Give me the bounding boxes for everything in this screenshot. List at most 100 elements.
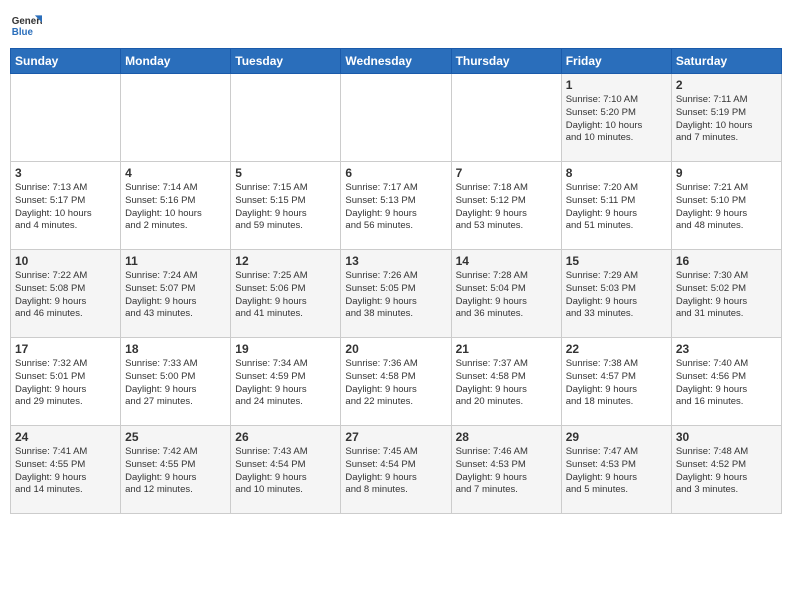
day-info: Sunrise: 7:36 AM Sunset: 4:58 PM Dayligh… xyxy=(345,358,446,409)
day-number: 8 xyxy=(566,166,667,180)
day-info: Sunrise: 7:42 AM Sunset: 4:55 PM Dayligh… xyxy=(125,446,226,497)
day-number: 10 xyxy=(15,254,116,268)
day-info: Sunrise: 7:21 AM Sunset: 5:10 PM Dayligh… xyxy=(676,182,777,233)
svg-text:Blue: Blue xyxy=(12,27,34,38)
day-info: Sunrise: 7:38 AM Sunset: 4:57 PM Dayligh… xyxy=(566,358,667,409)
calendar-cell: 12 Sunrise: 7:25 AM Sunset: 5:06 PM Dayli… xyxy=(231,250,341,338)
day-info: Sunrise: 7:47 AM Sunset: 4:53 PM Dayligh… xyxy=(566,446,667,497)
calendar-cell: 27Sunrise: 7:45 AM Sunset: 4:54 PM Dayli… xyxy=(341,426,451,514)
day-number: 19 xyxy=(235,342,336,356)
calendar-cell: 6 Sunrise: 7:17 AM Sunset: 5:13 PM Daylig… xyxy=(341,162,451,250)
day-info: Sunrise: 7:22 AM Sunset: 5:08 PM Dayligh… xyxy=(15,270,116,321)
day-info: Sunrise: 7:28 AM Sunset: 5:04 PM Dayligh… xyxy=(456,270,557,321)
day-number: 29 xyxy=(566,430,667,444)
calendar-cell: 24Sunrise: 7:41 AM Sunset: 4:55 PM Dayli… xyxy=(11,426,121,514)
day-info: Sunrise: 7:29 AM Sunset: 5:03 PM Dayligh… xyxy=(566,270,667,321)
calendar-cell xyxy=(11,74,121,162)
calendar-cell: 29 Sunrise: 7:47 AM Sunset: 4:53 PM Dayli… xyxy=(561,426,671,514)
calendar-cell: 9 Sunrise: 7:21 AM Sunset: 5:10 PM Daylig… xyxy=(671,162,781,250)
day-info: Sunrise: 7:20 AM Sunset: 5:11 PM Dayligh… xyxy=(566,182,667,233)
day-info: Sunrise: 7:25 AM Sunset: 5:06 PM Dayligh… xyxy=(235,270,336,321)
weekday-header-row: SundayMondayTuesdayWednesdayThursdayFrid… xyxy=(11,49,782,74)
calendar-cell: 17 Sunrise: 7:32 AM Sunset: 5:01 PM Dayli… xyxy=(11,338,121,426)
calendar-week-row: 10 Sunrise: 7:22 AM Sunset: 5:08 PM Dayli… xyxy=(11,250,782,338)
day-info: Sunrise: 7:15 AM Sunset: 5:15 PM Dayligh… xyxy=(235,182,336,233)
day-info: Sunrise: 7:11 AM Sunset: 5:19 PM Dayligh… xyxy=(676,94,777,145)
day-number: 14 xyxy=(456,254,557,268)
day-info: Sunrise: 7:18 AM Sunset: 5:12 PM Dayligh… xyxy=(456,182,557,233)
day-number: 1 xyxy=(566,78,667,92)
calendar-cell: 15 Sunrise: 7:29 AM Sunset: 5:03 PM Dayli… xyxy=(561,250,671,338)
calendar-cell xyxy=(451,74,561,162)
calendar-cell: 8 Sunrise: 7:20 AM Sunset: 5:11 PM Daylig… xyxy=(561,162,671,250)
calendar-cell: 19 Sunrise: 7:34 AM Sunset: 4:59 PM Dayli… xyxy=(231,338,341,426)
calendar-cell: 2 Sunrise: 7:11 AM Sunset: 5:19 PM Daylig… xyxy=(671,74,781,162)
day-number: 25 xyxy=(125,430,226,444)
weekday-header-cell: Monday xyxy=(121,49,231,74)
weekday-header-cell: Tuesday xyxy=(231,49,341,74)
day-info: Sunrise: 7:43 AM Sunset: 4:54 PM Dayligh… xyxy=(235,446,336,497)
calendar-cell: 28 Sunrise: 7:46 AM Sunset: 4:53 PM Dayli… xyxy=(451,426,561,514)
day-number: 18 xyxy=(125,342,226,356)
header: General Blue xyxy=(10,10,782,42)
day-number: 15 xyxy=(566,254,667,268)
calendar-week-row: 24Sunrise: 7:41 AM Sunset: 4:55 PM Dayli… xyxy=(11,426,782,514)
day-number: 17 xyxy=(15,342,116,356)
day-number: 7 xyxy=(456,166,557,180)
calendar-cell: 13 Sunrise: 7:26 AM Sunset: 5:05 PM Dayli… xyxy=(341,250,451,338)
calendar-cell xyxy=(341,74,451,162)
day-info: Sunrise: 7:46 AM Sunset: 4:53 PM Dayligh… xyxy=(456,446,557,497)
calendar-cell xyxy=(121,74,231,162)
day-number: 28 xyxy=(456,430,557,444)
day-info: Sunrise: 7:17 AM Sunset: 5:13 PM Dayligh… xyxy=(345,182,446,233)
day-number: 13 xyxy=(345,254,446,268)
day-number: 23 xyxy=(676,342,777,356)
calendar-cell: 21Sunrise: 7:37 AM Sunset: 4:58 PM Dayli… xyxy=(451,338,561,426)
weekday-header-cell: Thursday xyxy=(451,49,561,74)
day-number: 16 xyxy=(676,254,777,268)
calendar-cell: 5 Sunrise: 7:15 AM Sunset: 5:15 PM Daylig… xyxy=(231,162,341,250)
calendar-cell xyxy=(231,74,341,162)
calendar-cell: 4Sunrise: 7:14 AM Sunset: 5:16 PM Daylig… xyxy=(121,162,231,250)
calendar-week-row: 3 Sunrise: 7:13 AM Sunset: 5:17 PM Daylig… xyxy=(11,162,782,250)
day-info: Sunrise: 7:40 AM Sunset: 4:56 PM Dayligh… xyxy=(676,358,777,409)
day-number: 30 xyxy=(676,430,777,444)
calendar-table: SundayMondayTuesdayWednesdayThursdayFrid… xyxy=(10,48,782,514)
day-info: Sunrise: 7:30 AM Sunset: 5:02 PM Dayligh… xyxy=(676,270,777,321)
calendar-cell: 10 Sunrise: 7:22 AM Sunset: 5:08 PM Dayli… xyxy=(11,250,121,338)
calendar-cell: 7 Sunrise: 7:18 AM Sunset: 5:12 PM Daylig… xyxy=(451,162,561,250)
calendar-cell: 22 Sunrise: 7:38 AM Sunset: 4:57 PM Dayli… xyxy=(561,338,671,426)
weekday-header-cell: Saturday xyxy=(671,49,781,74)
day-number: 5 xyxy=(235,166,336,180)
day-number: 11 xyxy=(125,254,226,268)
calendar-cell: 1Sunrise: 7:10 AM Sunset: 5:20 PM Daylig… xyxy=(561,74,671,162)
calendar-cell: 23 Sunrise: 7:40 AM Sunset: 4:56 PM Dayli… xyxy=(671,338,781,426)
day-number: 3 xyxy=(15,166,116,180)
calendar-cell: 30Sunrise: 7:48 AM Sunset: 4:52 PM Dayli… xyxy=(671,426,781,514)
calendar-cell: 14 Sunrise: 7:28 AM Sunset: 5:04 PM Dayli… xyxy=(451,250,561,338)
day-number: 2 xyxy=(676,78,777,92)
day-info: Sunrise: 7:24 AM Sunset: 5:07 PM Dayligh… xyxy=(125,270,226,321)
weekday-header-cell: Wednesday xyxy=(341,49,451,74)
day-info: Sunrise: 7:34 AM Sunset: 4:59 PM Dayligh… xyxy=(235,358,336,409)
day-info: Sunrise: 7:13 AM Sunset: 5:17 PM Dayligh… xyxy=(15,182,116,233)
calendar-cell: 16 Sunrise: 7:30 AM Sunset: 5:02 PM Dayli… xyxy=(671,250,781,338)
calendar-cell: 26Sunrise: 7:43 AM Sunset: 4:54 PM Dayli… xyxy=(231,426,341,514)
day-number: 9 xyxy=(676,166,777,180)
day-number: 27 xyxy=(345,430,446,444)
calendar-cell: 3 Sunrise: 7:13 AM Sunset: 5:17 PM Daylig… xyxy=(11,162,121,250)
day-number: 12 xyxy=(235,254,336,268)
calendar-cell: 11 Sunrise: 7:24 AM Sunset: 5:07 PM Dayli… xyxy=(121,250,231,338)
day-info: Sunrise: 7:37 AM Sunset: 4:58 PM Dayligh… xyxy=(456,358,557,409)
calendar-week-row: 17 Sunrise: 7:32 AM Sunset: 5:01 PM Dayli… xyxy=(11,338,782,426)
weekday-header-cell: Friday xyxy=(561,49,671,74)
day-number: 20 xyxy=(345,342,446,356)
calendar-cell: 25 Sunrise: 7:42 AM Sunset: 4:55 PM Dayli… xyxy=(121,426,231,514)
day-info: Sunrise: 7:26 AM Sunset: 5:05 PM Dayligh… xyxy=(345,270,446,321)
day-number: 6 xyxy=(345,166,446,180)
day-number: 4 xyxy=(125,166,226,180)
day-info: Sunrise: 7:41 AM Sunset: 4:55 PM Dayligh… xyxy=(15,446,116,497)
calendar-cell: 20 Sunrise: 7:36 AM Sunset: 4:58 PM Dayli… xyxy=(341,338,451,426)
day-info: Sunrise: 7:32 AM Sunset: 5:01 PM Dayligh… xyxy=(15,358,116,409)
day-number: 22 xyxy=(566,342,667,356)
